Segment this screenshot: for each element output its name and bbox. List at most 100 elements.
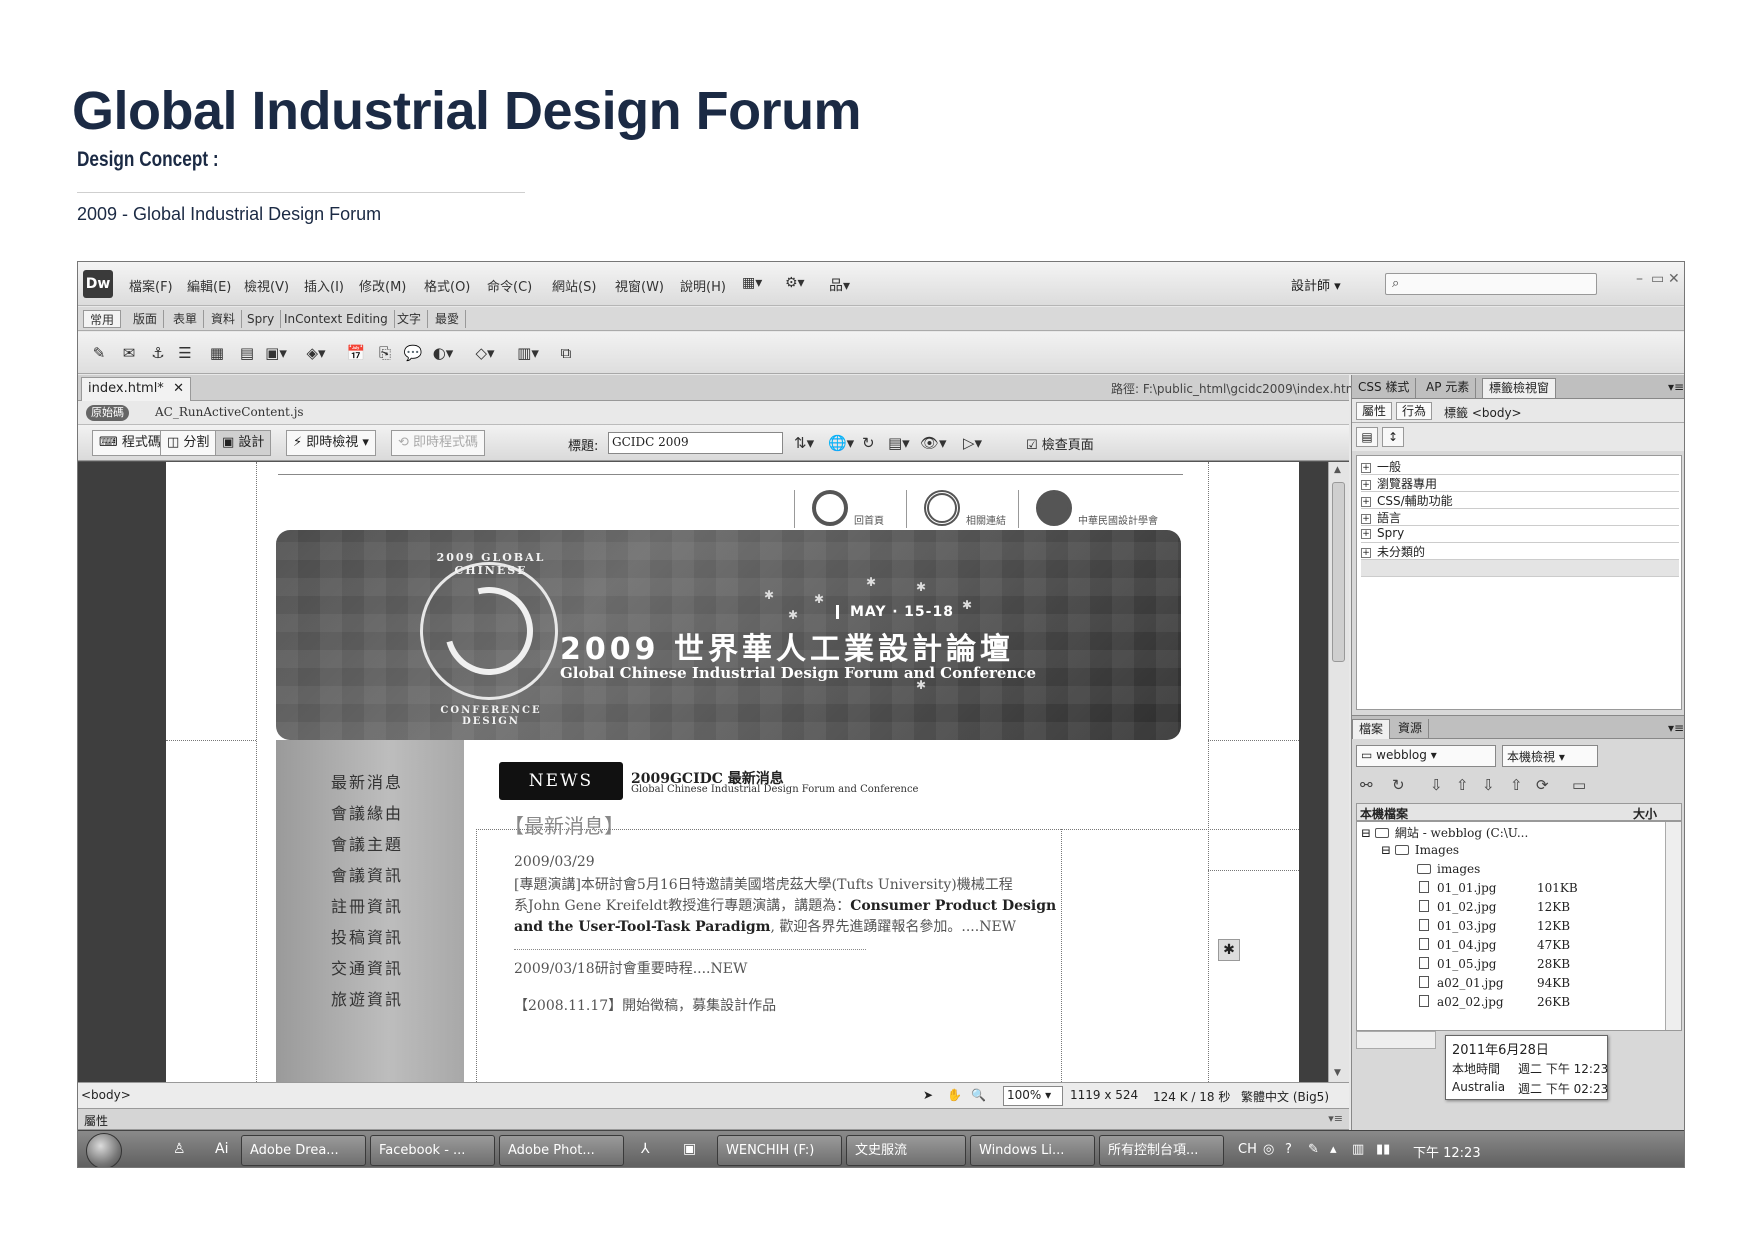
- design-view-button[interactable]: ▣ 設計: [215, 430, 272, 456]
- menu-view[interactable]: 檢視(V): [244, 276, 289, 295]
- category-view-icon[interactable]: ▤: [1356, 427, 1378, 447]
- comment-icon[interactable]: 💬: [403, 343, 423, 363]
- show-hidden-icon[interactable]: ▴: [1330, 1142, 1337, 1157]
- split-view-button[interactable]: ◫ 分割: [160, 430, 217, 456]
- panel-menu-icon[interactable]: ▾≡: [1662, 378, 1684, 398]
- connect-icon[interactable]: ⚯: [1360, 776, 1373, 794]
- server-include-icon[interactable]: ⎘: [375, 343, 395, 363]
- taskbar-dreamweaver[interactable]: Adobe Drea...: [241, 1135, 366, 1166]
- extensions-icon[interactable]: ⚙▾: [785, 275, 805, 291]
- check-out-icon[interactable]: ⇩: [1482, 776, 1495, 794]
- tab-assets[interactable]: 資源: [1392, 719, 1430, 739]
- quick-launch-icon[interactable]: ♙: [173, 1141, 186, 1157]
- folder-images-sub[interactable]: images: [1417, 862, 1480, 880]
- head-icon[interactable]: ◐▾: [433, 343, 454, 363]
- category-language[interactable]: + 語言: [1361, 509, 1679, 526]
- design-canvas[interactable]: 回首頁 相關連結 中華民國設計學會 2009 GLOBAL CHINESE CO…: [78, 462, 1328, 1082]
- taskbar-facebook[interactable]: Facebook - ...: [370, 1135, 495, 1166]
- insert-tab-incontext[interactable]: InContext Editing: [278, 310, 395, 328]
- live-code-button[interactable]: ⟲ 即時程式碼: [391, 430, 486, 456]
- insert-tab-common[interactable]: 常用: [83, 310, 122, 328]
- file-management-icon[interactable]: ⇅▾: [794, 434, 814, 452]
- refresh-icon[interactable]: ↻: [862, 434, 875, 452]
- menu-site[interactable]: 網站(S): [552, 276, 596, 295]
- site-select[interactable]: ▭ webblog ▾: [1356, 745, 1496, 767]
- acrobat-icon[interactable]: ⅄: [641, 1141, 650, 1157]
- file-row[interactable]: 01_02.jpg: [1419, 900, 1496, 918]
- file-row[interactable]: a02_02.jpg: [1419, 995, 1504, 1013]
- insert-tab-text[interactable]: 文字: [391, 310, 429, 328]
- live-view-button[interactable]: ⚡ 即時檢視 ▾: [286, 430, 376, 456]
- help-icon[interactable]: ?: [1285, 1142, 1292, 1157]
- menu-file[interactable]: 檔案(F): [129, 276, 173, 295]
- workspace-switcher[interactable]: 設計師 ▾: [1291, 275, 1341, 294]
- news-line[interactable]: 2009/03/18研討會重要時程....NEW: [514, 958, 747, 978]
- insert-tab-forms[interactable]: 表單: [167, 310, 205, 328]
- side-menu-submission[interactable]: 投稿資訊: [331, 924, 403, 948]
- get-files-icon[interactable]: ⇩: [1430, 776, 1443, 794]
- file-row[interactable]: 01_03.jpg: [1419, 919, 1496, 937]
- tab-index-html[interactable]: index.html* ✕: [81, 377, 191, 401]
- refresh-icon[interactable]: ↻: [1392, 776, 1405, 794]
- taskbar-windows-live[interactable]: Windows Li...: [970, 1135, 1095, 1166]
- view-select[interactable]: 本機檢視 ▾: [1502, 745, 1598, 767]
- properties-panel[interactable]: 屬性 ▾≡: [78, 1108, 1349, 1130]
- side-menu-theme[interactable]: 會議主題: [331, 831, 403, 855]
- hand-tool-icon[interactable]: ✋: [947, 1088, 962, 1102]
- preview-browser-icon[interactable]: 🌐▾: [828, 434, 854, 452]
- news-line[interactable]: 【2008.11.17】開始徵稿，募集設計作品: [514, 995, 776, 1015]
- expand-panel-icon[interactable]: ▭: [1572, 776, 1586, 794]
- menu-format[interactable]: 格式(O): [424, 276, 470, 295]
- search-input[interactable]: ⌕: [1385, 273, 1597, 295]
- files-horizontal-scrollbar[interactable]: [1356, 1031, 1436, 1049]
- menu-modify[interactable]: 修改(M): [359, 276, 406, 295]
- named-anchor-icon[interactable]: ⚓: [148, 343, 168, 363]
- tab-tag-inspector[interactable]: 標籤檢視窗: [1482, 378, 1557, 398]
- panel-menu-icon[interactable]: ▾≡: [1662, 719, 1684, 739]
- menu-commands[interactable]: 命令(C): [487, 276, 532, 295]
- tab-files[interactable]: 檔案: [1352, 719, 1391, 739]
- check-page-button[interactable]: ☑ 檢查頁面: [1026, 434, 1094, 453]
- synchronize-icon[interactable]: ⟳: [1536, 776, 1549, 794]
- restore-icon[interactable]: ▭: [1651, 271, 1664, 287]
- insert-tab-data[interactable]: 資料: [205, 310, 243, 328]
- category-general[interactable]: + 一般: [1361, 458, 1679, 475]
- folder-images[interactable]: ⊟ Images: [1381, 843, 1459, 861]
- scroll-down-icon[interactable]: ▼: [1334, 1068, 1341, 1078]
- category-css-accessibility[interactable]: + CSS/輔助功能: [1361, 492, 1679, 509]
- taskbar-drive[interactable]: WENCHIH (F:): [717, 1135, 842, 1166]
- language-indicator[interactable]: CH: [1238, 1142, 1257, 1157]
- check-in-icon[interactable]: ⇧: [1510, 776, 1523, 794]
- date-icon[interactable]: 📅: [346, 343, 366, 363]
- side-menu-news[interactable]: 最新消息: [331, 769, 403, 793]
- side-menu-transport[interactable]: 交通資訊: [331, 955, 403, 979]
- table-icon[interactable]: ▦: [207, 343, 227, 363]
- file-row[interactable]: a02_01.jpg: [1419, 976, 1504, 994]
- insert-tab-favorites[interactable]: 最愛: [429, 310, 467, 328]
- view-options-icon[interactable]: ▤▾: [888, 434, 910, 452]
- list-view-icon[interactable]: ↕: [1382, 427, 1404, 447]
- news-line[interactable]: and the User-Tool-Task Paradigm, 歡迎各界先進踴…: [514, 916, 1016, 936]
- tab-css-styles[interactable]: CSS 樣式: [1352, 378, 1417, 398]
- menu-help[interactable]: 說明(H): [680, 276, 726, 295]
- pen-icon[interactable]: ✎: [1308, 1142, 1319, 1157]
- invisible-element-icon[interactable]: ✱: [1218, 939, 1240, 961]
- menu-insert[interactable]: 插入(I): [304, 276, 344, 295]
- minimize-icon[interactable]: –: [1636, 271, 1643, 287]
- file-row[interactable]: 01_01.jpg: [1419, 881, 1496, 899]
- tab-ap-elements[interactable]: AP 元素: [1420, 378, 1477, 398]
- tray-icon[interactable]: ◎: [1263, 1142, 1274, 1157]
- side-menu-info[interactable]: 會議資訊: [331, 862, 403, 886]
- taskbar-clock[interactable]: 下午 12:23: [1413, 1142, 1481, 1161]
- news-line[interactable]: [專題演講]本研討會5月16日特邀請美國塔虎茲大學(Tufts Universi…: [514, 874, 1013, 894]
- email-link-icon[interactable]: ✉: [119, 343, 139, 363]
- zoom-tool-icon[interactable]: 🔍: [971, 1088, 986, 1102]
- scroll-up-icon[interactable]: ▲: [1334, 465, 1341, 475]
- templates-icon[interactable]: ▥▾: [517, 343, 539, 363]
- volume-icon[interactable]: ▮▮: [1376, 1142, 1390, 1157]
- code-view-button[interactable]: ⌨ 程式碼: [92, 430, 168, 456]
- file-row[interactable]: 01_05.jpg: [1419, 957, 1496, 975]
- category-uncategorized[interactable]: + 未分類的: [1361, 543, 1679, 560]
- hyperlink-icon[interactable]: ✎: [89, 343, 109, 363]
- source-code-badge[interactable]: 原始碼: [86, 405, 129, 421]
